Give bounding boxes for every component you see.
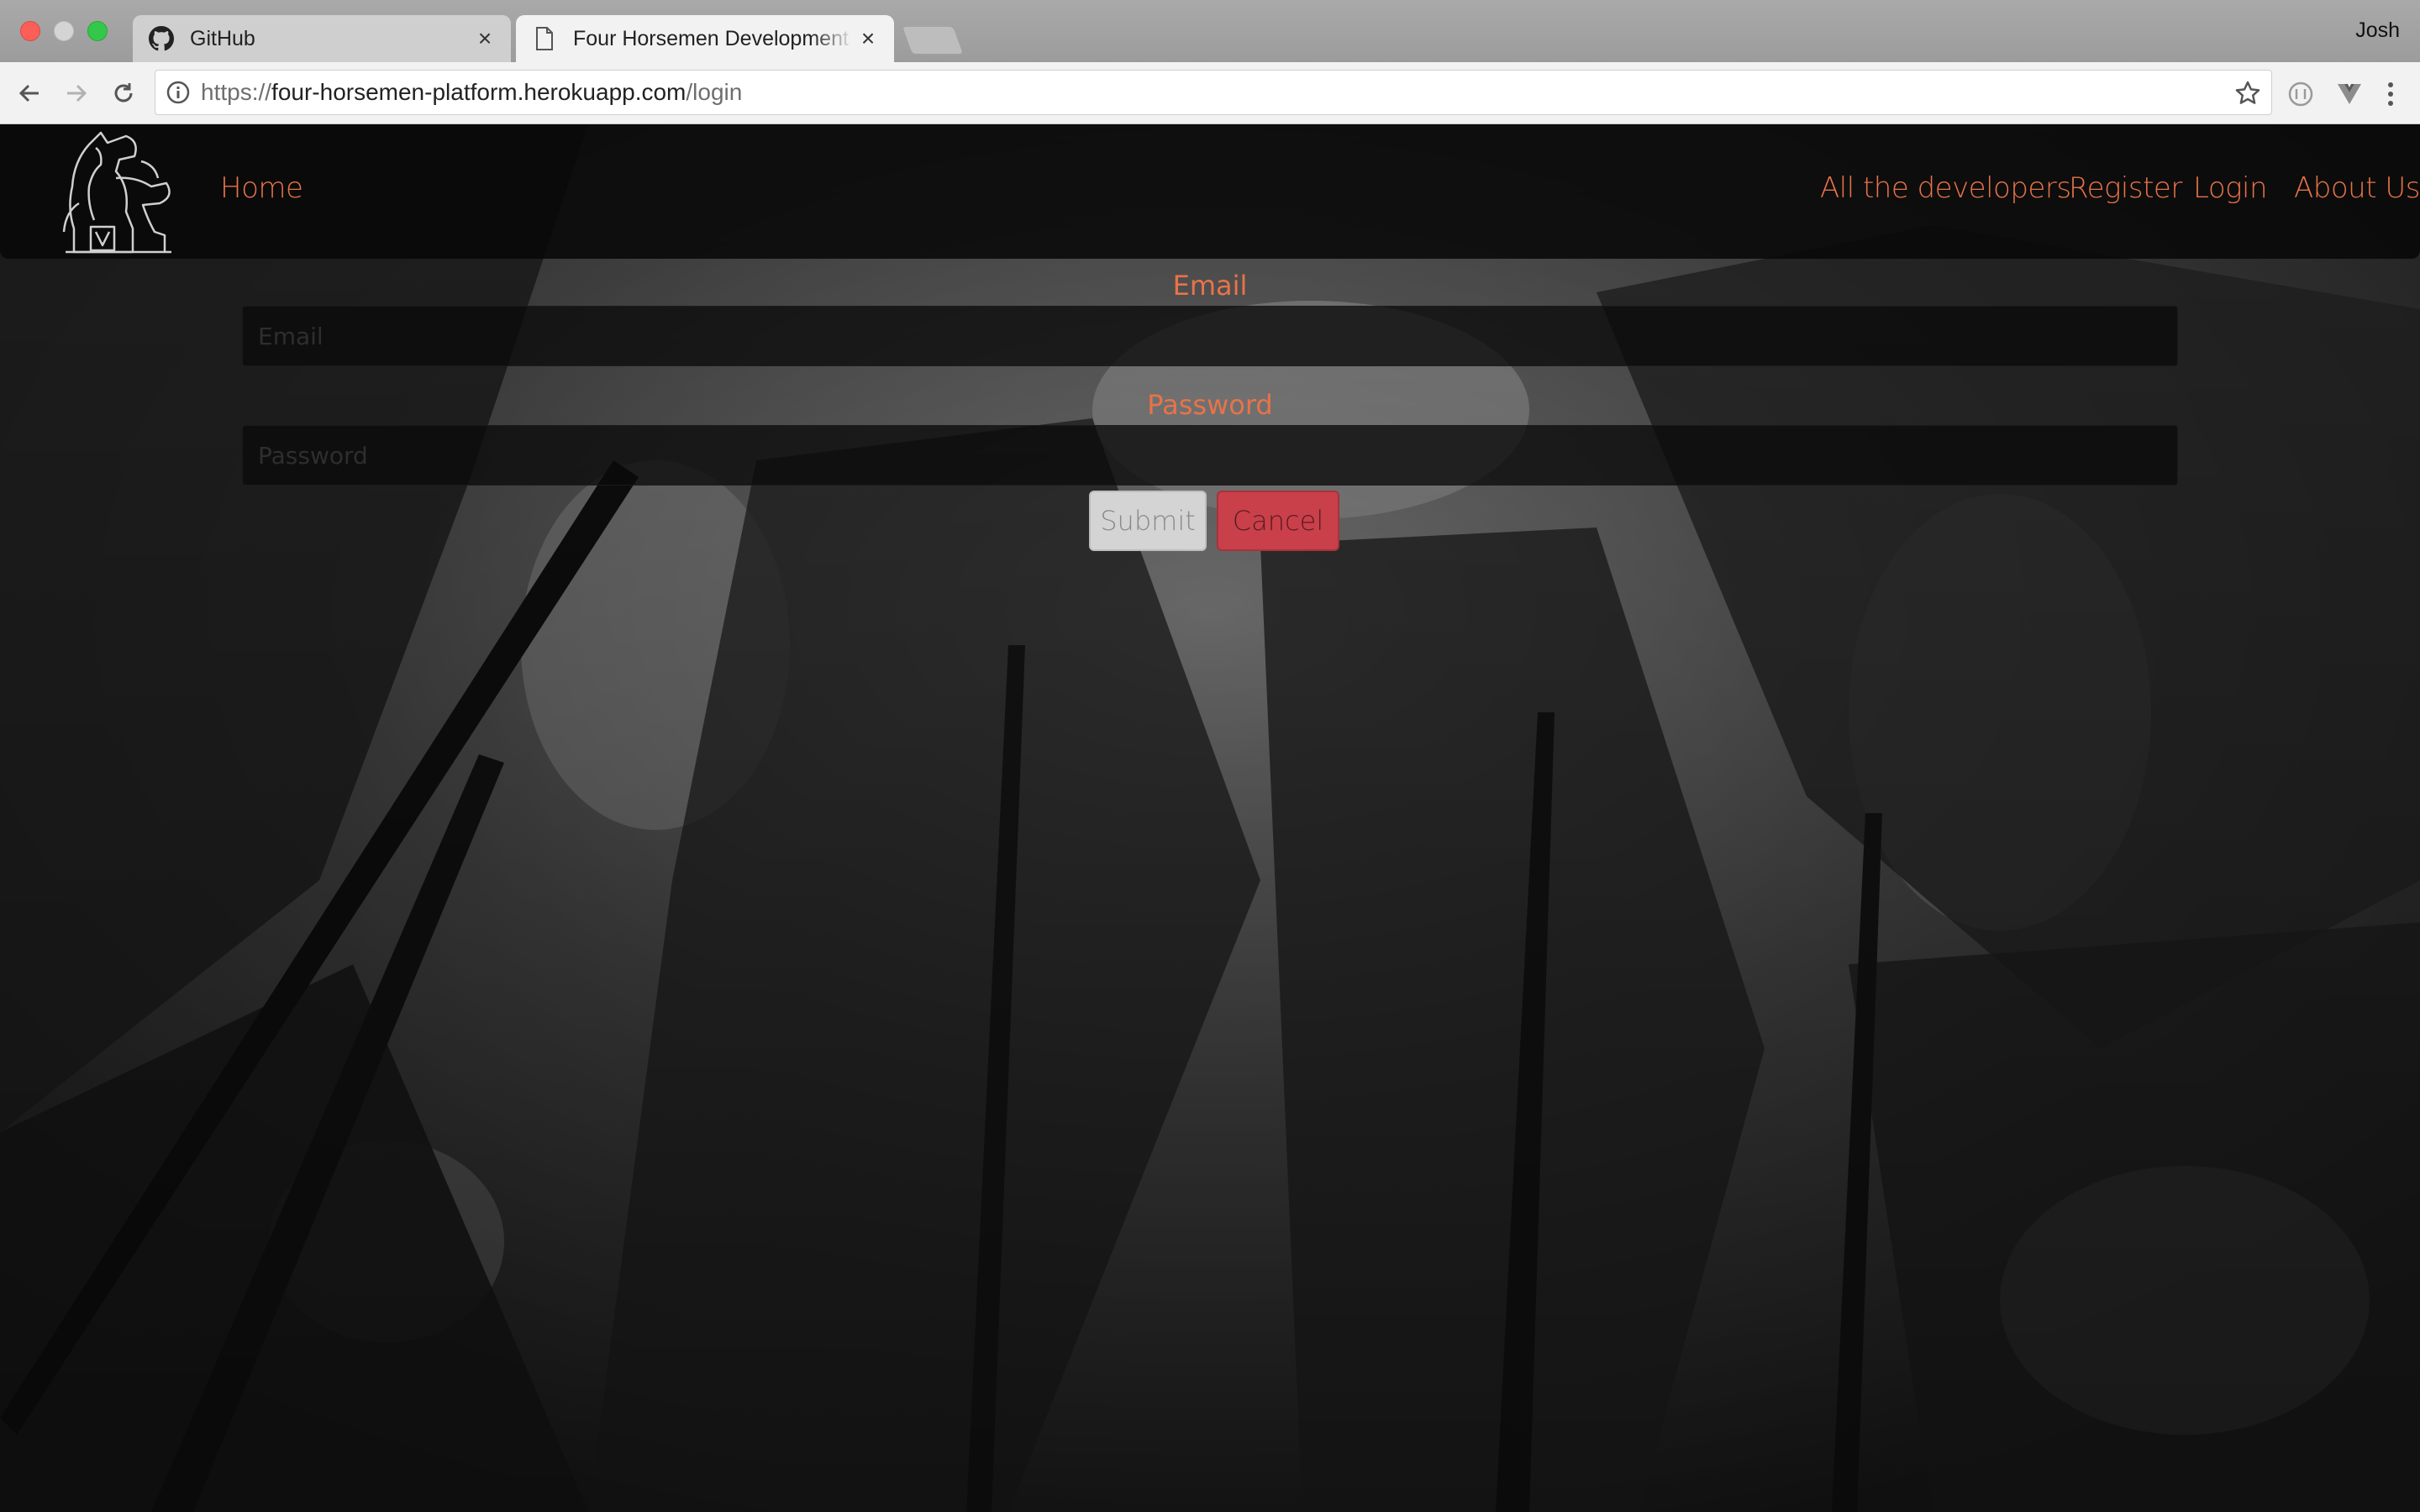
login-form: Email Password	[242, 259, 2178, 486]
password-label: Password	[1147, 389, 1273, 421]
site-navbar: Home All the developers Register Login A…	[0, 124, 2420, 259]
back-icon[interactable]	[12, 76, 47, 111]
close-icon[interactable]: ×	[854, 24, 882, 53]
url-text: https://four-horsemen-platform.herokuapp…	[201, 79, 743, 105]
bookmark-star-icon[interactable]	[2234, 80, 2261, 107]
nav-home-link[interactable]: Home	[220, 171, 303, 205]
cancel-button[interactable]: Cancel	[1217, 491, 1339, 551]
chess-knight-logo[interactable]	[49, 128, 183, 255]
browser-tab-bar: GitHub × Four Horsemen Development Platf…	[0, 0, 2420, 62]
browser-tab-github[interactable]: GitHub ×	[133, 15, 511, 62]
info-icon[interactable]	[166, 80, 191, 105]
password-input[interactable]	[242, 425, 2178, 486]
close-icon[interactable]: ×	[471, 24, 499, 53]
nav-register-link[interactable]: Register	[2069, 171, 2182, 205]
email-input[interactable]	[242, 306, 2178, 366]
nav-login-link[interactable]: Login	[2193, 171, 2268, 205]
window-minimize-button[interactable]	[54, 21, 74, 41]
page-viewport: Home All the developers Register Login A…	[0, 124, 2420, 1512]
browser-tab-four-horsemen[interactable]: Four Horsemen Development Platform ×	[516, 15, 894, 62]
form-actions: Submit Cancel	[0, 491, 2420, 551]
reload-icon[interactable]	[106, 76, 141, 111]
submit-button[interactable]: Submit	[1089, 491, 1207, 551]
page-icon	[531, 25, 558, 52]
vue-devtools-icon[interactable]	[2334, 79, 2365, 109]
email-label: Email	[1172, 270, 1248, 302]
address-bar[interactable]: https://four-horsemen-platform.herokuapp…	[155, 70, 2272, 115]
tab-title: Four Horsemen Development Platform	[573, 26, 854, 50]
nav-developers-link[interactable]: All the developers	[1820, 171, 2071, 205]
browser-menu-icon[interactable]	[2378, 79, 2403, 109]
extension-icon[interactable]	[2286, 79, 2316, 109]
browser-toolbar: https://four-horsemen-platform.herokuapp…	[0, 62, 2420, 124]
github-icon	[148, 25, 175, 52]
window-maximize-button[interactable]	[87, 21, 108, 41]
profile-name[interactable]: Josh	[2355, 18, 2400, 43]
new-tab-button[interactable]	[902, 27, 963, 54]
forward-icon[interactable]	[59, 76, 94, 111]
window-close-button[interactable]	[20, 21, 40, 41]
nav-about-link[interactable]: About Us	[2294, 171, 2420, 205]
tab-title: GitHub	[190, 26, 255, 50]
